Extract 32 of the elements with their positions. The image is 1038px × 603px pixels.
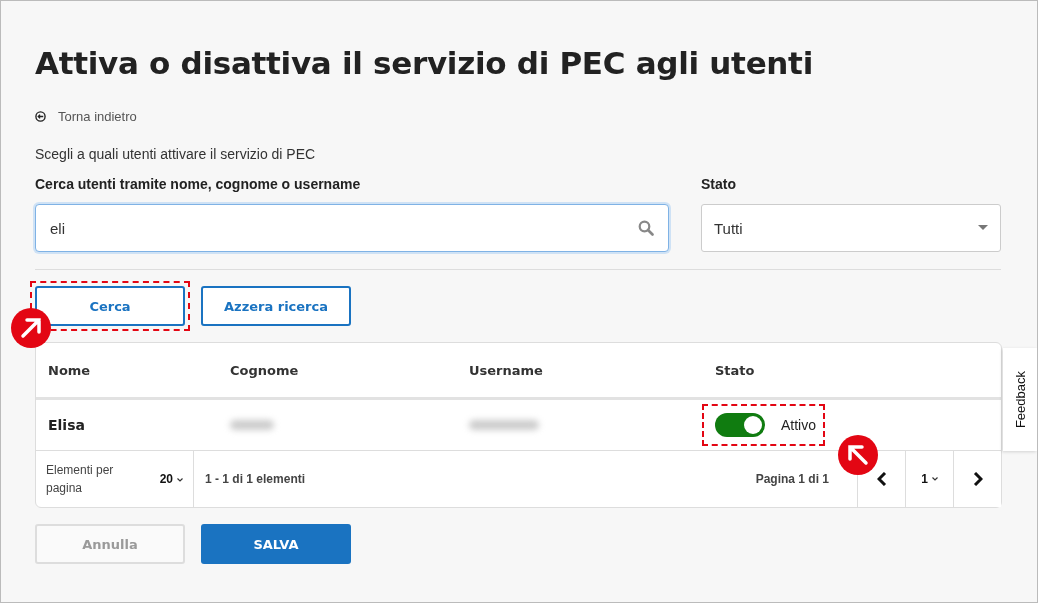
save-button[interactable]: SALVA [201,524,351,564]
back-arrow-icon[interactable] [35,111,46,122]
back-link[interactable]: Torna indietro [58,109,137,124]
page-title: Attiva o disattiva il servizio di PEC agli utenti [35,45,814,83]
blurred-text [469,420,539,430]
column-header[interactable]: Nome [48,362,230,378]
search-field[interactable]: eli [35,204,669,252]
status-label: Stato [701,176,737,192]
chevron-left-icon [876,472,887,486]
search-button[interactable]: Cerca [35,286,185,326]
next-page-button[interactable] [953,451,1001,507]
intro-text: Scegli a quali utenti attivare il servizio di PEC [35,146,317,162]
reset-button[interactable]: Azzera ricerca [201,286,351,326]
status-text: Attivo [781,417,816,433]
per-page-dropdown[interactable]: 20 [159,472,183,486]
page-info: Pagina 1 di 1 [755,472,829,486]
table-cell-text: Elisa [48,417,86,433]
status-dropdown[interactable]: Tutti [701,204,1001,252]
feedback-tab[interactable]: Feedback [1003,348,1037,451]
caret-icon [978,225,988,231]
search-label: Cerca utenti tramite nome, cognome o username [35,176,362,192]
column-header[interactable]: Username [469,362,715,378]
search-icon[interactable] [638,220,654,236]
column-header[interactable]: Cognome [230,362,469,378]
column-header[interactable]: Stato [715,362,1001,378]
chevron-right-icon [972,472,983,486]
chevron-down-icon [177,477,183,482]
blurred-text [230,420,274,430]
range-text: 1 - 1 di 1 elementi [205,472,306,486]
chevron-down-icon [931,477,938,481]
per-page-label: Elementi per pagina [46,462,115,497]
status-toggle[interactable] [715,413,765,437]
